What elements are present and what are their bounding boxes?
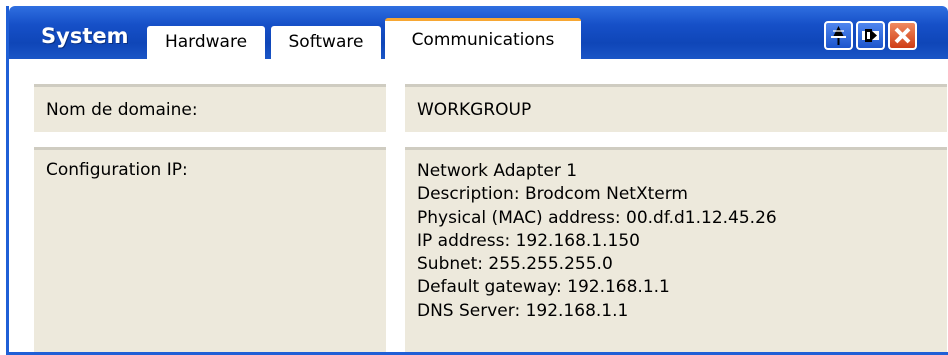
pin-button[interactable] — [824, 21, 853, 50]
window-title: System — [41, 24, 129, 48]
domain-name-value-cell: WORKGROUP — [405, 84, 947, 132]
domain-name-value: WORKGROUP — [417, 100, 532, 120]
adapter-description: Description: Brodcom NetXterm — [417, 184, 688, 205]
close-icon — [894, 27, 911, 44]
tab-communications[interactable]: Communications — [385, 18, 581, 59]
close-button[interactable] — [888, 21, 917, 50]
ip-config-label-cell: Configuration IP: — [34, 147, 386, 352]
mac-address: Physical (MAC) address: 00.df.d1.12.45.2… — [417, 207, 777, 228]
pin-icon — [831, 26, 846, 45]
dns-server: DNS Server: 192.168.1.1 — [417, 300, 629, 321]
ip-config-value-cell: Network Adapter 1 Description: Brodcom N… — [405, 147, 947, 352]
adapter-name: Network Adapter 1 — [417, 161, 578, 181]
domain-name-label-cell: Nom de domaine: — [34, 84, 386, 132]
tab-hardware[interactable]: Hardware — [147, 26, 265, 59]
ip-address: IP address: 192.168.1.150 — [417, 230, 640, 251]
title-bar: System Hardware Software Communications — [9, 6, 948, 59]
restore-button[interactable] — [856, 21, 885, 50]
restore-icon — [862, 29, 879, 42]
subnet-mask: Subnet: 255.255.255.0 — [417, 254, 613, 275]
system-window: System Hardware Software Communications — [6, 6, 948, 355]
default-gateway: Default gateway: 192.168.1.1 — [417, 277, 670, 298]
domain-name-label: Nom de domaine: — [46, 100, 198, 120]
tab-software[interactable]: Software — [271, 26, 381, 59]
ip-config-label: Configuration IP: — [46, 160, 188, 180]
